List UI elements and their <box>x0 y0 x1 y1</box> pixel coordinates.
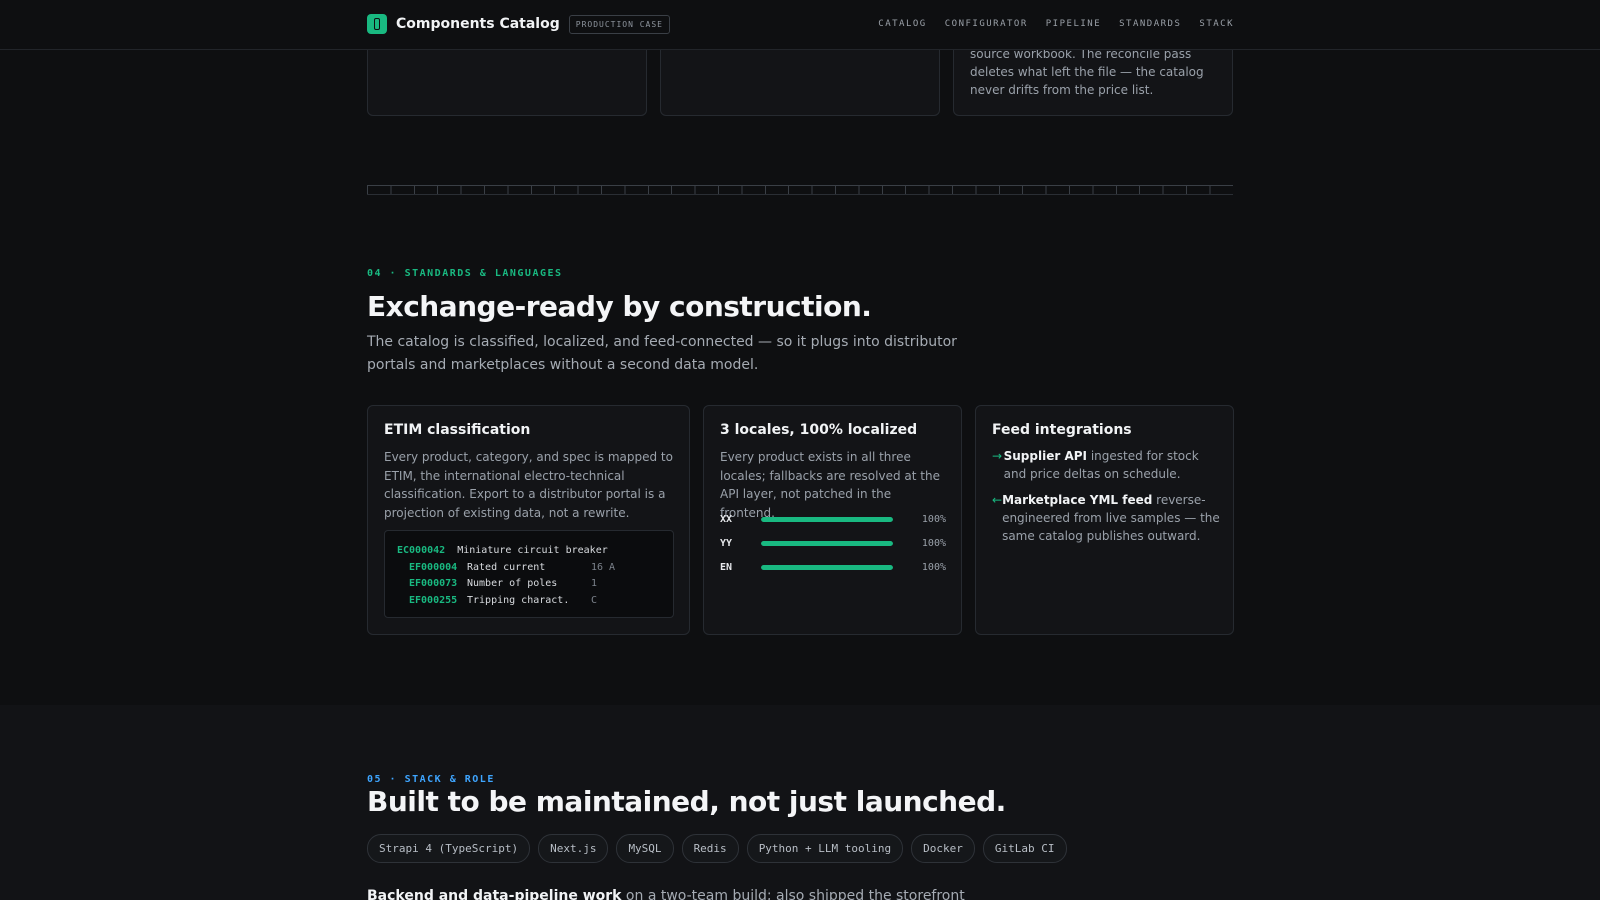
etim-feature-row: EF000004 Rated current 16 A <box>397 560 661 577</box>
etim-feature-code: EF000255 <box>409 594 458 606</box>
etim-feature-label: Number of poles <box>467 578 558 589</box>
arrow-right-icon: → <box>992 449 1003 463</box>
feed-card: Feed integrations → Supplier API ingeste… <box>975 405 1234 635</box>
locale-progress-fill <box>761 540 893 546</box>
locale-percent: 100% <box>921 561 946 573</box>
locale-code: XX <box>720 513 733 525</box>
production-case-badge: PRODUCTION CASE <box>568 14 670 34</box>
nav-catalog[interactable]: CATALOG <box>878 19 926 29</box>
etim-card-body: Every product, category, and spec is map… <box>384 450 673 520</box>
section-eyebrow-stack: 05 · STACK & ROLE <box>367 774 495 785</box>
etim-feature-label: Rated current <box>467 561 546 573</box>
locale-percent: 100% <box>921 513 946 525</box>
nav-standards[interactable]: STANDARDS <box>1119 19 1181 29</box>
etim-feature-label: Tripping charact. <box>467 594 570 606</box>
locale-progress-bar <box>761 564 893 570</box>
etim-feature-value: 1 <box>591 578 598 589</box>
tech-chip: Strapi 4 (TypeScript) <box>367 834 531 863</box>
role-bold: Backend and data-pipeline work <box>367 888 622 900</box>
etim-class-code: EC000042 <box>397 545 446 556</box>
nav-stack[interactable]: STACK <box>1199 19 1234 29</box>
feed-card-title: Feed integrations <box>992 422 1132 438</box>
section-eyebrow-standards: 04 · STANDARDS & LANGUAGES <box>367 268 563 279</box>
section-title-stack: Built to be maintained, not just launche… <box>367 785 1006 818</box>
tech-chip: Python + LLM tooling <box>746 834 904 863</box>
locales-card-body: Every product exists in all three locale… <box>720 450 940 520</box>
feature-card-3-text: source workbook. The reconcile pass dele… <box>970 47 1204 97</box>
section-lede-standards: The catalog is classified, localized, an… <box>367 334 957 373</box>
locale-row-yy: YY 100% <box>720 536 946 550</box>
tech-chip: Docker <box>911 834 975 863</box>
nav-pipeline[interactable]: PIPELINE <box>1046 19 1101 29</box>
etim-card: ETIM classification Every product, categ… <box>367 405 690 635</box>
locales-card: 3 locales, 100% localized Every product … <box>703 405 962 635</box>
role-line: Backend and data-pipeline work on a two-… <box>367 888 965 900</box>
logo-icon <box>367 14 387 34</box>
section-title-standards: Exchange-ready by construction. <box>367 290 872 323</box>
locale-row-en: EN 100% <box>720 560 946 574</box>
feed-item-marketplace: ← Marketplace YML feed reverse-engineere… <box>992 491 1222 545</box>
ruler-baseline <box>367 194 1233 195</box>
etim-class-row: EC000042 Miniature circuit breaker <box>397 543 661 560</box>
locale-code: YY <box>720 537 733 549</box>
etim-feature-value: C <box>591 594 598 606</box>
etim-class-label: Miniature circuit breaker <box>457 545 608 556</box>
locale-progress-fill <box>761 516 893 522</box>
main-nav: CATALOG CONFIGURATOR PIPELINE STANDARDS … <box>878 19 1234 29</box>
locale-progress-bar <box>761 540 893 546</box>
feed-item-supplier: → Supplier API ingested for stock and pr… <box>992 447 1222 483</box>
etim-feature-row: EF000255 Tripping charact. C <box>397 593 661 610</box>
nav-configurator[interactable]: CONFIGURATOR <box>945 19 1028 29</box>
etim-card-title: ETIM classification <box>384 422 531 438</box>
feed-item-name: Supplier API <box>1003 449 1087 463</box>
etim-code-block: EC000042 Miniature circuit breaker EF000… <box>384 530 674 618</box>
tech-chip: Redis <box>681 834 739 863</box>
top-nav-bar: Components Catalog PRODUCTION CASE CATAL… <box>0 0 1600 50</box>
etim-feature-code: EF000004 <box>409 561 458 573</box>
etim-feature-row: EF000073 Number of poles 1 <box>397 576 661 593</box>
brand-name: Components Catalog <box>396 16 560 32</box>
etim-feature-code: EF000073 <box>409 578 458 589</box>
locale-percent: 100% <box>921 537 946 549</box>
locale-progress-fill <box>761 564 893 570</box>
locale-progress-bar <box>761 516 893 522</box>
locales-card-title: 3 locales, 100% localized <box>720 422 918 438</box>
etim-feature-value: 16 A <box>591 561 616 573</box>
brand[interactable]: Components Catalog PRODUCTION CASE <box>367 14 670 34</box>
role-text: on a two-team build; also shipped the st… <box>621 888 965 900</box>
locale-code: EN <box>720 561 733 573</box>
arrow-left-icon: ← <box>992 493 1003 507</box>
tech-chip: MySQL <box>616 834 674 863</box>
feed-item-name: Marketplace YML feed <box>1002 493 1153 507</box>
tech-chips: Strapi 4 (TypeScript) Next.js MySQL Redi… <box>367 834 1067 863</box>
tech-chip: GitLab CI <box>982 834 1067 863</box>
locale-row-xx: XX 100% <box>720 512 946 526</box>
tech-chip: Next.js <box>538 834 609 863</box>
